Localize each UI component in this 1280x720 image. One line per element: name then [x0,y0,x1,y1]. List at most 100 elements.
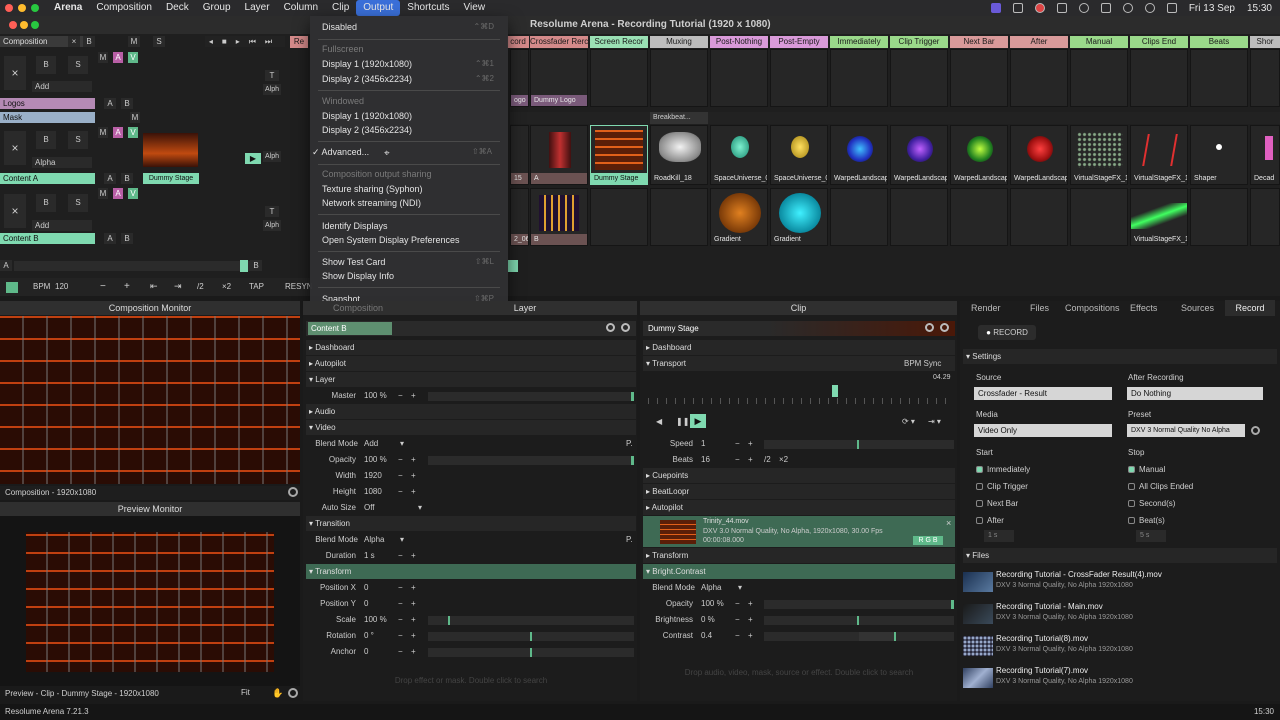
column-header[interactable]: Next Bar [950,36,1008,48]
clip-drop-hint[interactable]: Drop audio, video, mask, source or effec… [643,668,955,677]
zoom-window-icon[interactable] [31,4,39,12]
blend-mode-dropdown[interactable]: Add [364,436,378,452]
preset-dropdown[interactable]: DXV 3 Normal Quality No Alpha [1127,424,1245,437]
stop-after-field[interactable]: 5 s [1136,530,1166,542]
clip-slot[interactable]: WarpedLandscap... [1010,125,1068,185]
stop-seconds-option[interactable]: Second(s) [1128,499,1175,508]
clip-slot[interactable] [1190,188,1248,246]
close-icon[interactable]: × [4,194,26,228]
section-autopilot[interactable]: ▸ Autopilot [643,500,955,515]
layer-content-a-label[interactable]: Content A [0,173,95,184]
menu-item-windowed-display-2[interactable]: Display 2 (3456x2234) [322,123,502,137]
tab-compositions[interactable]: Compositions [1065,300,1120,316]
a-button[interactable]: A [113,52,123,63]
preview-monitor-view[interactable] [26,532,274,672]
gear-icon[interactable] [621,323,630,332]
clip-slot[interactable]: SpaceUniverse_03 [770,125,828,185]
comp-m-button[interactable]: M [128,36,140,47]
menu-item-fullscreen-display-1[interactable]: Display 1 (1920x1080) ⌃⌘1 [322,57,502,71]
v-button[interactable]: V [128,188,138,199]
stop-beats-option[interactable]: Beat(s) [1128,516,1165,525]
crossfader-handle[interactable] [240,260,248,272]
minus-button[interactable]: − [735,628,740,644]
plus-button[interactable]: + [748,452,753,468]
a-button[interactable]: A [104,98,116,109]
plus-button[interactable]: + [411,628,416,644]
bypass-button[interactable]: B [36,131,56,149]
clip-slot[interactable] [710,49,768,107]
close-icon[interactable]: × [946,518,951,528]
minimize-icon[interactable] [20,21,28,29]
speed-slider[interactable] [764,440,954,449]
section-audio[interactable]: ▸ Audio [306,404,636,419]
column-header[interactable]: Muxing [650,36,708,48]
crossfader-a-button[interactable]: A [0,260,12,271]
chevron-down-icon[interactable]: ▾ [738,580,742,596]
screen-record-icon[interactable] [990,3,1001,13]
clip-slot-active[interactable]: Dummy Stage [590,125,648,185]
clip-slot[interactable]: VirtualStageFX_14 [1130,125,1188,185]
record-status-icon[interactable] [1034,3,1045,13]
menu-item-syphon[interactable]: Texture sharing (Syphon) [322,182,502,196]
metronome-icon[interactable] [6,282,18,293]
master-slider[interactable] [428,392,634,401]
comp-s-button[interactable]: S [153,36,165,47]
column-header[interactable]: Immediately [830,36,888,48]
minimize-window-icon[interactable] [18,4,26,12]
clip-slot[interactable] [890,188,948,246]
bpm-plus-button[interactable]: + [124,281,130,292]
plus-button[interactable]: + [748,612,753,628]
search-icon[interactable] [606,323,615,332]
master-value[interactable]: 100 % [364,388,387,404]
loop-mode-icon[interactable]: ⟳ ▾ [902,414,915,430]
alpha-button[interactable]: Alph [263,220,281,231]
minus-button[interactable]: − [735,596,740,612]
clip-slot[interactable] [950,188,1008,246]
close-icon[interactable]: × [68,36,80,47]
crossfader-track[interactable] [14,261,254,271]
menu-item-display-info[interactable]: Show Display Info [322,269,502,283]
menu-clip[interactable]: Clip [325,0,356,16]
chevron-down-icon[interactable]: ▾ [400,532,404,548]
section-settings[interactable]: ▾ Settings [963,349,1277,364]
bpm-half-button[interactable]: /2 [197,282,204,291]
plus-button[interactable]: + [411,596,416,612]
plus-button[interactable]: + [411,484,416,500]
position-x-value[interactable]: 0 [364,580,368,596]
plus-button[interactable]: + [411,644,416,660]
clip-slot[interactable] [950,49,1008,107]
column-header[interactable]: Post-Nothing [710,36,768,48]
contrast-value[interactable]: 0.4 [701,628,712,644]
clip-slot[interactable]: Gradient [770,188,828,246]
bpm-minus-button[interactable]: − [100,281,106,292]
t-button[interactable]: T [265,70,279,81]
clip-slot[interactable]: RoadKill_18 [650,125,708,185]
bypass-button[interactable]: B [36,194,56,212]
clip-slot[interactable] [1070,188,1128,246]
tab-files[interactable]: Files [1030,300,1049,316]
clip-slot[interactable] [1070,49,1128,107]
plus-button[interactable]: + [411,452,416,468]
minus-button[interactable]: − [398,580,403,596]
nudge-back-icon[interactable]: ⇤ [150,281,158,292]
menu-output[interactable]: Output [356,0,401,16]
section-layer[interactable]: ▾ Layer [306,372,636,387]
start-after-option[interactable]: After [976,516,1004,525]
chevron-down-icon[interactable]: ▾ [400,436,404,452]
search-icon[interactable] [925,323,934,332]
timeline-ruler[interactable] [648,398,951,404]
plus-button[interactable]: + [411,612,416,628]
layer-drop-hint[interactable]: Drop effect or mask. Double click to sea… [306,676,636,685]
menu-group[interactable]: Group [196,0,238,16]
comp-transport[interactable]: ◂■▸⏮⏭ [205,36,285,47]
record-button[interactable]: ● RECORD [978,325,1036,340]
clip-slot[interactable]: 2_06 [510,188,529,246]
control-center-icon[interactable] [1166,3,1177,13]
menu-column[interactable]: Column [277,0,325,16]
alpha-button[interactable]: Alph [263,151,281,162]
column-header[interactable]: Post-Empty [770,36,828,48]
minus-button[interactable]: − [398,628,403,644]
section-dashboard[interactable]: ▸ Dashboard [643,340,955,355]
menu-view[interactable]: View [457,0,493,16]
bpm-value[interactable]: 120 [55,282,68,291]
